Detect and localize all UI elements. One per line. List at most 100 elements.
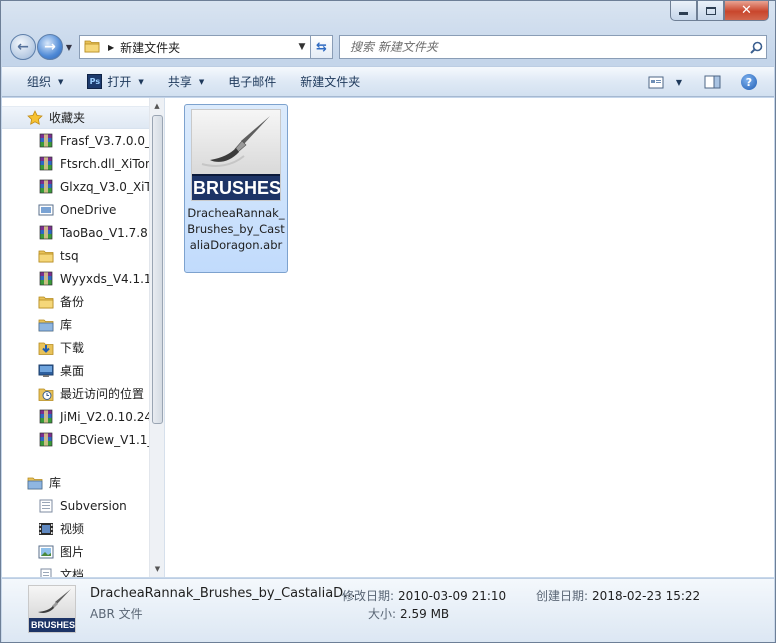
minimize-button[interactable] <box>670 1 697 21</box>
maximize-button[interactable] <box>697 1 724 21</box>
nav-favorite-frasf-v3-7-0-0-x[interactable]: Frasf_V3.7.0.0_X <box>2 129 150 152</box>
close-button[interactable]: ✕ <box>724 1 769 21</box>
toolbar-right-group: ▼ ? <box>643 71 762 93</box>
modified-label: 修改日期: <box>342 589 395 603</box>
nav-favorite-7[interactable]: 备份 <box>2 290 150 313</box>
share-label: 共享 <box>167 75 192 89</box>
photoshop-icon: Ps <box>87 74 103 89</box>
nav-favorite-10[interactable]: 桌面 <box>2 359 150 382</box>
organize-button[interactable]: 组织 ▼ <box>18 70 72 94</box>
nav-favorite-wyyxds-v4-1-1[interactable]: Wyyxds_V4.1.1. <box>2 267 150 290</box>
nav-favorite-onedrive[interactable]: OneDrive <box>2 198 150 221</box>
nav-library-1[interactable]: 视频 <box>2 517 150 540</box>
size-value: 2.59 MB <box>400 607 450 621</box>
created-value: 2018-02-23 15:22 <box>592 589 701 603</box>
address-dropdown-icon[interactable]: ▼ <box>294 42 310 52</box>
chevron-down-icon: ▼ <box>58 77 64 86</box>
details-size: 大小: 2.59 MB <box>368 605 449 622</box>
brush-icon <box>192 110 280 176</box>
nav-item-label: 下载 <box>60 341 85 355</box>
share-button[interactable]: 共享 ▼ <box>159 70 213 94</box>
new-folder-label: 新建文件夹 <box>300 75 361 89</box>
nav-favorite-taobao-v1-7-8[interactable]: TaoBao_V1.7.8. <box>2 221 150 244</box>
nav-libraries-header[interactable]: 库 <box>2 471 150 494</box>
nav-favorites-header[interactable]: 收藏夹 <box>2 106 150 129</box>
email-label: 电子邮件 <box>228 75 277 89</box>
search-box <box>339 35 767 59</box>
library-icon <box>27 475 43 491</box>
preview-pane-button[interactable] <box>699 71 726 93</box>
nav-favorite-jimi-v2-0-10-24[interactable]: JiMi_V2.0.10.24_ <box>2 405 150 428</box>
pictures-library-icon <box>38 544 54 560</box>
change-view-button[interactable] <box>643 71 669 93</box>
favorites-star-icon <box>27 109 43 126</box>
folder-icon <box>38 248 54 264</box>
nav-item-label: JiMi_V2.0.10.24_ <box>60 409 150 424</box>
nav-item-label: 视频 <box>60 522 85 536</box>
details-file-type: ABR 文件 <box>90 607 143 621</box>
size-label: 大小: <box>368 607 397 621</box>
nav-favorite-8[interactable]: 库 <box>2 313 150 336</box>
details-thumb-label: BRUSHES <box>29 618 75 632</box>
minimize-icon <box>679 12 688 15</box>
nav-item-label: 备份 <box>60 295 85 309</box>
nav-favorite-dbcview-v1-1[interactable]: DBCView_V1.1_ <box>2 428 150 451</box>
help-icon: ? <box>741 74 757 90</box>
nav-item-label: 最近访问的位置 <box>60 387 145 401</box>
folder-icon <box>38 294 54 310</box>
search-input[interactable] <box>350 40 746 54</box>
view-options-dropdown[interactable]: ▼ <box>671 71 687 93</box>
file-list-pane[interactable]: BRUSHES DracheaRannak_Brushes_by_Castali… <box>167 98 774 577</box>
details-created: 创建日期: 2018-02-23 15:22 <box>536 587 700 604</box>
nav-library-3[interactable]: 文档 <box>2 563 150 577</box>
nav-favorite-ftsrch-dll-xiton[interactable]: Ftsrch.dll_XiTon <box>2 152 150 175</box>
nav-favorite-9[interactable]: 下载 <box>2 336 150 359</box>
folder-icon <box>84 39 100 56</box>
command-toolbar: 组织 ▼ Ps 打开 ▼ 共享 ▼ 电子邮件 新建文件夹 ▼ ? <box>2 66 774 97</box>
search-icon[interactable] <box>746 41 766 54</box>
explorer-window: ✕ ← → ▼ ▶ 新建文件夹 ▼ ⇆ 组织 ▼ Ps 打开 ▼ <box>0 0 776 643</box>
address-bar[interactable]: ▶ 新建文件夹 ▼ <box>79 35 311 59</box>
chevron-down-icon: ▼ <box>138 77 144 86</box>
winrar-archive-icon <box>38 133 54 149</box>
maximize-icon <box>705 6 716 15</box>
scroll-down-icon[interactable]: ▼ <box>150 561 164 577</box>
navigation-pane: 收藏夹 Frasf_V3.7.0.0_X Ftsrch.dll_XiTon Glxz… <box>2 98 165 577</box>
nav-library-2[interactable]: 图片 <box>2 540 150 563</box>
nav-favorite-tsq[interactable]: tsq <box>2 244 150 267</box>
breadcrumb-current-folder[interactable]: 新建文件夹 <box>120 39 294 56</box>
brush-icon <box>29 586 75 620</box>
winrar-archive-icon <box>38 156 54 172</box>
scroll-up-icon[interactable]: ▲ <box>150 98 164 114</box>
nav-item-label: tsq <box>60 248 79 263</box>
nav-library-subversion[interactable]: Subversion <box>2 494 150 517</box>
winrar-archive-icon <box>38 225 54 241</box>
recent-pages-dropdown[interactable]: ▼ <box>63 43 75 52</box>
brushes-thumb-label: BRUSHES <box>192 174 280 200</box>
forward-button[interactable]: → <box>37 34 63 60</box>
email-button[interactable]: 电子邮件 <box>219 70 285 94</box>
nav-favorites-label: 收藏夹 <box>49 111 86 125</box>
breadcrumb-separator-icon[interactable]: ▶ <box>108 43 114 52</box>
organize-label: 组织 <box>27 75 52 89</box>
open-label: 打开 <box>107 75 132 89</box>
nav-favorite-glxzq-v3-0-xito[interactable]: Glxzq_V3.0_XiTo <box>2 175 150 198</box>
file-name[interactable]: DracheaRannak_Brushes_by_CastaliaDoragon… <box>186 205 286 253</box>
help-button[interactable]: ? <box>736 71 762 93</box>
file-thumbnail: BRUSHES <box>191 109 281 201</box>
view-icon <box>648 76 664 88</box>
nav-scrollbar[interactable]: ▲ ▼ <box>149 98 164 577</box>
open-button[interactable]: Ps 打开 ▼ <box>78 70 152 94</box>
downloads-icon <box>38 340 54 356</box>
details-thumbnail: BRUSHES <box>28 585 76 633</box>
nav-item-label: Glxzq_V3.0_XiTo <box>60 179 150 194</box>
nav-favorite-11[interactable]: 最近访问的位置 <box>2 382 150 405</box>
nav-item-label: 图片 <box>60 545 85 559</box>
subversion-icon <box>38 498 54 514</box>
back-button[interactable]: ← <box>10 34 36 60</box>
refresh-button[interactable]: ⇆ <box>311 35 333 59</box>
new-folder-button[interactable]: 新建文件夹 <box>291 70 369 94</box>
scrollbar-thumb[interactable] <box>152 115 163 424</box>
file-item[interactable]: BRUSHES DracheaRannak_Brushes_by_Castali… <box>184 104 288 273</box>
forward-arrow-icon: → <box>44 39 56 55</box>
